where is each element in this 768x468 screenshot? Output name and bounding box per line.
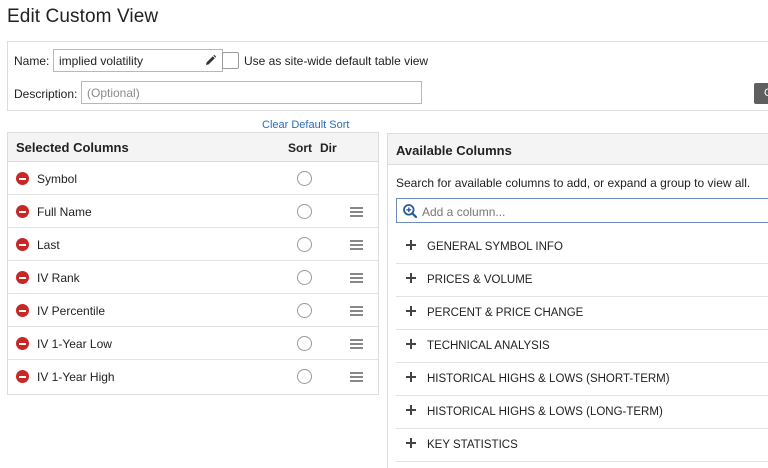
expand-plus-icon [406,438,416,448]
name-input[interactable]: implied volatility [53,49,223,72]
drag-handle-icon[interactable] [350,207,363,217]
column-group-percent-price-change[interactable]: PERCENT & PRICE CHANGE [396,297,768,330]
sort-column-header: Sort [288,141,312,155]
group-label: HISTORICAL HIGHS & LOWS (LONG-TERM) [427,406,663,418]
selected-column-row: Last [8,228,378,261]
column-group-technical-analysis[interactable]: TECHNICAL ANALYSIS [396,330,768,363]
column-name: IV 1-Year Low [37,337,112,351]
sort-radio[interactable] [297,303,312,318]
selected-columns-title: Selected Columns [16,140,129,155]
sort-radio[interactable] [297,336,312,351]
drag-handle-icon[interactable] [350,372,363,382]
search-plus-icon [403,204,417,218]
remove-icon[interactable] [16,205,29,218]
group-label: TECHNICAL ANALYSIS [427,340,550,352]
selected-columns-panel: Selected Columns Sort Dir Symbol Full Na… [7,132,379,395]
clear-default-sort-link[interactable]: Clear Default Sort [262,119,349,131]
expand-plus-icon [406,240,416,250]
add-column-search-input[interactable]: Add a column... [396,198,768,223]
available-columns-header: Available Columns [388,134,768,165]
expand-plus-icon [406,405,416,415]
remove-icon[interactable] [16,238,29,251]
sort-radio[interactable] [297,369,312,384]
remove-icon[interactable] [16,271,29,284]
sort-radio[interactable] [297,204,312,219]
view-settings-panel: Name: implied volatility Use as site-wid… [7,41,768,111]
expand-plus-icon [406,306,416,316]
name-input-value: implied volatility [59,54,144,68]
column-group-general-symbol-info[interactable]: GENERAL SYMBOL INFO [396,231,768,264]
default-view-label: Use as site-wide default table view [244,54,429,68]
available-columns-title: Available Columns [396,143,512,158]
expand-plus-icon [406,339,416,349]
group-label: PERCENT & PRICE CHANGE [427,307,584,319]
description-label: Description: [14,87,78,101]
expand-plus-icon [406,273,416,283]
selected-columns-header: Selected Columns Sort Dir [8,133,378,162]
pencil-icon[interactable] [204,54,217,67]
column-name: IV 1-Year High [37,370,115,384]
column-name: IV Percentile [37,304,106,318]
column-name: Full Name [37,205,92,219]
column-name: Symbol [37,172,78,186]
drag-handle-icon[interactable] [350,306,363,316]
drag-handle-icon[interactable] [350,240,363,250]
remove-icon[interactable] [16,370,29,383]
column-group-historical-long-term[interactable]: HISTORICAL HIGHS & LOWS (LONG-TERM) [396,396,768,429]
remove-icon[interactable] [16,172,29,185]
column-group-list: GENERAL SYMBOL INFO PRICES & VOLUME PERC… [396,231,768,462]
drag-handle-icon[interactable] [350,339,363,349]
column-name: Last [37,238,60,252]
page-title: Edit Custom View [7,6,159,27]
remove-icon[interactable] [16,304,29,317]
column-group-key-statistics[interactable]: KEY STATISTICS [396,429,768,462]
selected-column-row: IV 1-Year High [8,360,378,393]
sort-radio[interactable] [297,237,312,252]
selected-column-row: IV Percentile [8,294,378,327]
selected-column-row: Symbol [8,162,378,195]
expand-plus-icon [406,372,416,382]
selected-column-row: Full Name [8,195,378,228]
sort-radio[interactable] [297,270,312,285]
selected-column-row: IV 1-Year Low [8,327,378,360]
remove-icon[interactable] [16,337,29,350]
dir-column-header: Dir [320,141,337,155]
column-group-prices-volume[interactable]: PRICES & VOLUME [396,264,768,297]
drag-handle-icon[interactable] [350,273,363,283]
name-label: Name: [14,54,50,68]
save-button[interactable]: C [754,83,768,104]
group-label: HISTORICAL HIGHS & LOWS (SHORT-TERM) [427,373,670,385]
description-input[interactable]: (Optional) [81,81,422,104]
group-label: PRICES & VOLUME [427,274,533,286]
add-column-placeholder: Add a column... [422,205,506,219]
group-label: KEY STATISTICS [427,439,518,451]
sort-radio[interactable] [297,171,312,186]
group-label: GENERAL SYMBOL INFO [427,241,563,253]
selected-columns-list: Symbol Full Name Last IV Rank IV Percent… [8,162,378,393]
selected-column-row: IV Rank [8,261,378,294]
available-columns-panel: Available Columns Search for available c… [387,133,768,468]
column-name: IV Rank [37,271,80,285]
description-placeholder: (Optional) [87,86,140,100]
column-group-historical-short-term[interactable]: HISTORICAL HIGHS & LOWS (SHORT-TERM) [396,363,768,396]
default-view-checkbox[interactable] [222,52,239,69]
available-columns-hint: Search for available columns to add, or … [396,176,751,190]
